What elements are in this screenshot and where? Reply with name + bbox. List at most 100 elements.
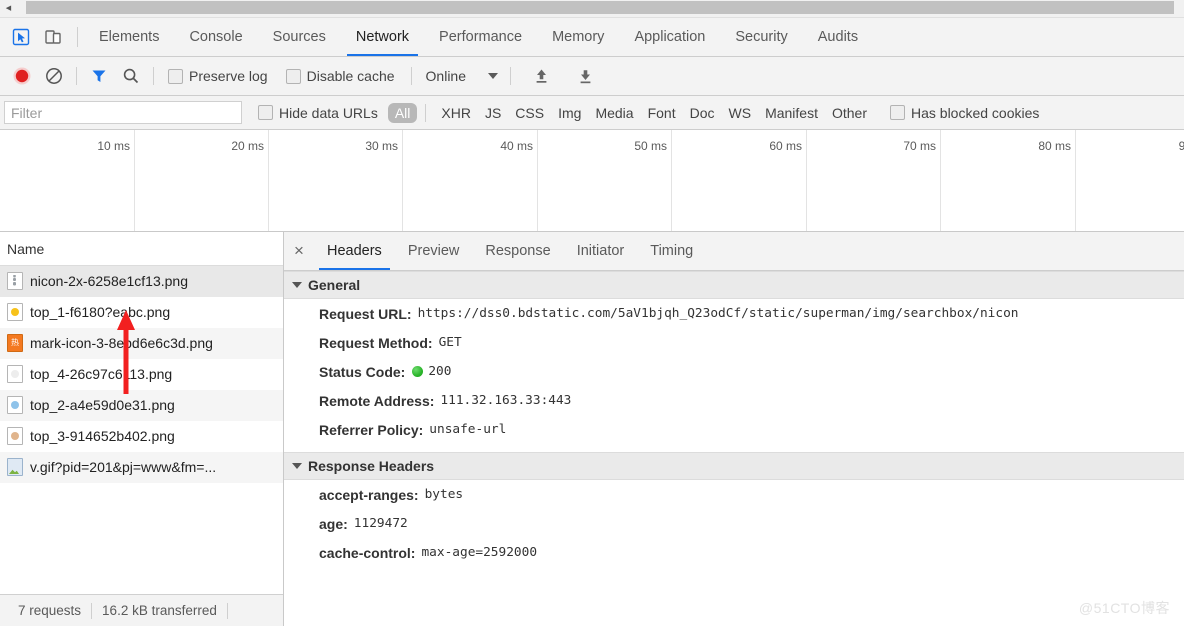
accept-ranges-row: accept-ranges: bytes — [284, 480, 1184, 509]
hide-data-urls-checkbox[interactable]: Hide data URLs — [258, 105, 378, 121]
type-filter-font[interactable]: Font — [641, 103, 683, 123]
tab-label: Console — [189, 29, 243, 45]
type-filter-media[interactable]: Media — [588, 103, 640, 123]
tab-application[interactable]: Application — [619, 18, 720, 56]
checkbox-box[interactable] — [258, 105, 273, 120]
type-filter-label: CSS — [515, 104, 545, 121]
request-detail-tab-bar: × Headers Preview Response Initiator Tim… — [284, 232, 1184, 271]
table-row[interactable]: top_1-f6180?eabc.png — [0, 297, 283, 328]
type-filter-js[interactable]: JS — [478, 103, 508, 123]
type-filter-label: Media — [595, 104, 634, 121]
tab-preview[interactable]: Preview — [395, 232, 473, 270]
request-name: top_4-26c97c6113.png — [30, 366, 173, 382]
field-key: Request URL: — [319, 305, 412, 322]
field-value: 1129472 — [353, 516, 408, 531]
tab-sources[interactable]: Sources — [258, 18, 341, 56]
preserve-log-checkbox[interactable]: Preserve log — [168, 68, 268, 84]
inspect-element-icon[interactable] — [5, 18, 37, 56]
search-icon[interactable] — [115, 62, 147, 90]
type-filter-other[interactable]: Other — [825, 103, 874, 123]
export-har-icon[interactable] — [569, 62, 601, 90]
type-filter-label: Other — [831, 104, 867, 121]
field-key: Status Code: — [319, 363, 406, 380]
has-blocked-cookies-checkbox[interactable]: Has blocked cookies — [890, 105, 1039, 121]
clear-icon[interactable] — [38, 62, 70, 90]
tab-memory[interactable]: Memory — [537, 18, 619, 56]
tab-headers[interactable]: Headers — [314, 232, 395, 270]
chevron-down-icon[interactable] — [488, 73, 498, 79]
record-button-icon[interactable] — [6, 62, 38, 90]
ruler-label: 40 ms — [500, 139, 533, 153]
type-filter-all[interactable]: All — [387, 102, 418, 123]
type-filter-xhr[interactable]: XHR — [434, 103, 478, 123]
request-name: nicon-2x-6258e1cf13.png — [30, 273, 189, 289]
tab-security[interactable]: Security — [720, 18, 802, 56]
table-row[interactable]: top_2-a4e59d0e31.png — [0, 390, 283, 421]
ruler-label: 30 ms — [365, 139, 398, 153]
tab-label: Initiator — [576, 243, 625, 259]
throttle-label: Online — [425, 68, 466, 84]
scrollbar-thumb[interactable] — [26, 1, 1174, 14]
filter-input[interactable] — [4, 101, 242, 124]
table-row[interactable]: top_4-26c97c6113.png — [0, 359, 283, 390]
tab-console[interactable]: Console — [174, 18, 257, 56]
tab-response[interactable]: Response — [472, 232, 563, 270]
tab-network[interactable]: Network — [341, 18, 424, 56]
device-toolbar-icon[interactable] — [37, 18, 69, 56]
request-name: mark-icon-3-8ebd6e6c3d.png — [30, 335, 213, 351]
checkbox-box[interactable] — [285, 68, 301, 84]
ruler-tick: 50 ms — [634, 130, 672, 231]
tab-label: Security — [735, 29, 788, 45]
disable-cache-checkbox[interactable]: Disable cache — [285, 68, 395, 84]
tab-timing[interactable]: Timing — [637, 232, 706, 270]
type-filter-label: Img — [558, 104, 582, 121]
import-har-icon[interactable] — [525, 62, 557, 90]
request-list-column-header[interactable]: Name — [0, 232, 283, 266]
request-name: top_3-914652b402.png — [30, 428, 175, 444]
ruler-label: 80 ms — [1038, 139, 1071, 153]
ruler-label: 90 — [1179, 139, 1184, 153]
devtools-tab-bar: Elements Console Sources Network Perform… — [0, 18, 1184, 57]
close-icon[interactable]: × — [284, 232, 314, 270]
type-filter-manifest[interactable]: Manifest — [758, 103, 825, 123]
table-row[interactable]: top_3-914652b402.png — [0, 421, 283, 452]
type-filter-doc[interactable]: Doc — [683, 103, 722, 123]
request-name: v.gif?pid=201&pj=www&fm=... — [30, 459, 217, 475]
filter-funnel-icon[interactable] — [83, 62, 115, 90]
tab-elements[interactable]: Elements — [84, 18, 174, 56]
type-filter-label: WS — [728, 104, 752, 121]
table-row[interactable]: v.gif?pid=201&pj=www&fm=... — [0, 452, 283, 483]
filter-divider — [425, 103, 427, 122]
response-headers-section-header[interactable]: Response Headers — [284, 452, 1184, 480]
checkbox-box[interactable] — [890, 105, 905, 120]
tab-performance[interactable]: Performance — [424, 18, 537, 56]
table-row[interactable]: nicon-2x-6258e1cf13.png — [0, 266, 283, 297]
toolbar-divider — [510, 67, 511, 85]
network-overview-timeline[interactable]: 10 ms 20 ms 30 ms 40 ms 50 ms 60 ms 70 m… — [0, 130, 1184, 232]
table-row[interactable]: mark-icon-3-8ebd6e6c3d.png — [0, 328, 283, 359]
image-file-icon — [7, 396, 23, 414]
ruler-tick: 20 ms — [231, 130, 269, 231]
type-filter-img[interactable]: Img — [551, 103, 588, 123]
page-horizontal-scrollbar[interactable]: ◀ — [0, 0, 1184, 18]
preserve-log-label: Preserve log — [189, 68, 268, 84]
checkbox-box[interactable] — [168, 68, 183, 84]
type-filter-ws[interactable]: WS — [722, 103, 759, 123]
tab-label: Response — [485, 243, 551, 259]
toolbar-divider — [153, 67, 154, 85]
tab-label: Preview — [407, 243, 460, 259]
image-file-icon — [7, 458, 23, 476]
tab-initiator[interactable]: Initiator — [564, 232, 638, 270]
network-filter-bar: Hide data URLs All XHR JS CSS Img Media … — [0, 96, 1184, 130]
section-title: Response Headers — [308, 458, 435, 474]
field-value: 200 — [428, 364, 452, 379]
network-throttling-select[interactable]: Online — [426, 68, 466, 84]
toolbar-divider — [76, 67, 77, 85]
general-section-header[interactable]: General — [284, 271, 1184, 299]
field-key: age: — [319, 515, 348, 532]
ruler-tick: 70 ms — [903, 130, 941, 231]
type-filter-label: JS — [484, 104, 502, 121]
scroll-left-arrow-icon[interactable]: ◀ — [0, 0, 17, 15]
type-filter-css[interactable]: CSS — [508, 103, 551, 123]
tab-audits[interactable]: Audits — [803, 18, 873, 56]
